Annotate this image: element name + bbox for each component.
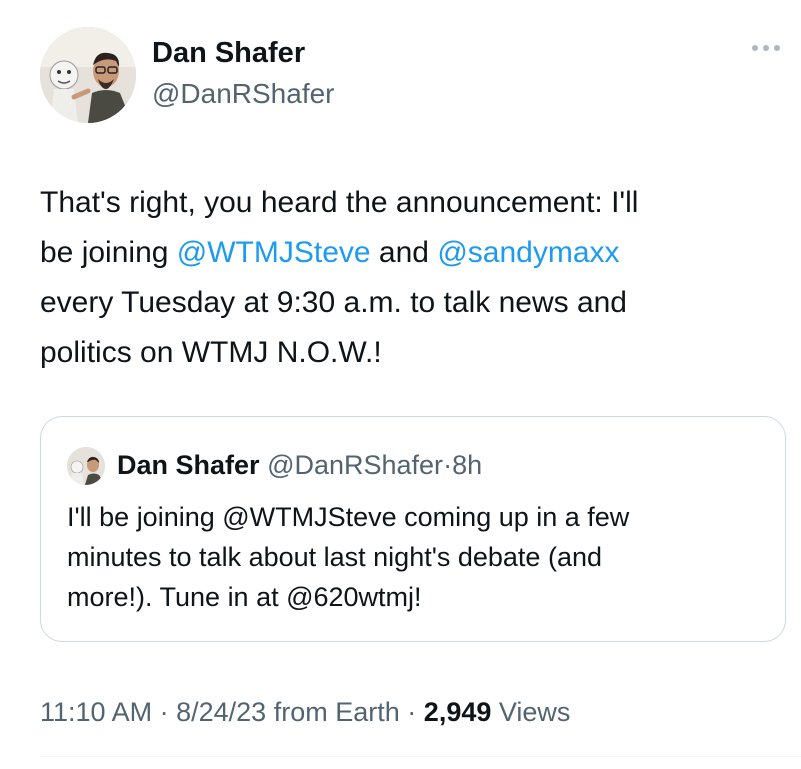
tweet-text-line: every Tuesday at 9:30 a.m. to talk news …	[40, 286, 627, 319]
more-options-button[interactable]	[748, 36, 784, 60]
mention-link-sandymaxx[interactable]: @sandymaxx	[437, 236, 619, 269]
divider	[40, 756, 801, 757]
quoted-avatar-image	[67, 447, 105, 485]
separator-dot: ·	[159, 697, 169, 727]
tweet-date[interactable]: 8/24/23	[176, 697, 266, 727]
avatar-image	[40, 27, 136, 123]
quoted-author-avatar[interactable]	[67, 447, 105, 485]
tweet-text-segment: and	[370, 236, 438, 269]
tweet-source: from Earth	[273, 697, 400, 727]
more-horizontal-icon	[752, 45, 780, 51]
separator-dot: ·	[407, 697, 417, 727]
quoted-tweet-card[interactable]: Dan Shafer @DanRShafer·8h I'll be joinin…	[40, 416, 786, 642]
quoted-tweet-time[interactable]: 8h	[452, 450, 482, 480]
author-handle[interactable]: @DanRShafer	[152, 76, 335, 112]
tweet-text: That's right, you heard the announcement…	[40, 178, 780, 378]
tweet-text-line: be joining @WTMJSteve and @sandymaxx	[40, 228, 780, 278]
mention-link-wtmjsteve[interactable]: @WTMJSteve	[177, 236, 371, 269]
author-avatar[interactable]	[40, 27, 136, 123]
views-label: Views	[498, 697, 571, 727]
quoted-author-handle[interactable]: @DanRShafer	[267, 450, 443, 480]
tweet-text-segment: be joining	[40, 236, 177, 269]
quoted-tweet-header: Dan Shafer @DanRShafer·8h	[117, 445, 482, 485]
separator-dot: ·	[443, 450, 453, 480]
tweet-time[interactable]: 11:10 AM	[40, 697, 152, 727]
quoted-text-line: I'll be joining @WTMJSteve coming up in …	[67, 502, 630, 532]
quoted-tweet-text: I'll be joining @WTMJSteve coming up in …	[67, 497, 767, 617]
tweet-text-line: That's right, you heard the announcement…	[40, 186, 639, 219]
tweet-text-line: politics on WTMJ N.O.W.!	[40, 336, 382, 369]
quoted-text-line: more!). Tune in at @620wtmj!	[67, 582, 422, 612]
views-count[interactable]: 2,949	[424, 697, 492, 727]
quoted-text-line: minutes to talk about last night's debat…	[67, 542, 602, 572]
quoted-author-name[interactable]: Dan Shafer	[117, 450, 260, 480]
author-name[interactable]: Dan Shafer	[152, 35, 305, 71]
tweet-metadata: 11:10 AM · 8/24/23 from Earth · 2,949 Vi…	[40, 694, 570, 730]
